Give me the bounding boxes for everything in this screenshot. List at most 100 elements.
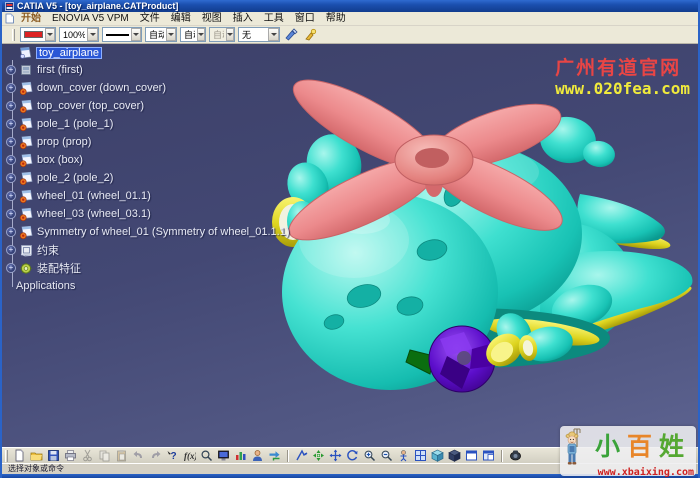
tree-root-label[interactable]: toy_airplane	[36, 47, 102, 59]
transparency-combo[interactable]: 100%	[59, 27, 99, 42]
expand-icon[interactable]: +	[6, 245, 16, 255]
rotate-icon[interactable]	[345, 449, 360, 463]
tree-item-box[interactable]: + box (box)	[6, 152, 83, 168]
expand-icon[interactable]: +	[6, 65, 16, 75]
expand-icon[interactable]: +	[6, 227, 16, 237]
pan-icon[interactable]	[328, 449, 343, 463]
render-icon[interactable]	[508, 449, 523, 463]
expand-icon[interactable]: +	[6, 155, 16, 165]
menu-item-file[interactable]: 文件	[135, 12, 165, 25]
tree-item-wheel-03[interactable]: + wheel_03 (wheel_03.1)	[6, 206, 151, 222]
expand-icon[interactable]: +	[6, 263, 16, 273]
tree-root-toy-airplane[interactable]: toy_airplane	[18, 45, 102, 61]
toolbar-grip[interactable]	[5, 450, 8, 462]
line-type-combo[interactable]	[102, 27, 142, 42]
dropdown-arrow-icon[interactable]	[87, 28, 98, 41]
iso-view-icon[interactable]	[430, 449, 445, 463]
tree-item-label[interactable]: 约束	[37, 242, 59, 258]
constraints-icon	[19, 243, 34, 257]
tree-item-top-cover[interactable]: + top_cover (top_cover)	[6, 98, 144, 114]
formula-icon[interactable]: f(x)	[182, 449, 197, 463]
context-help-icon[interactable]: ?	[165, 449, 180, 463]
dropdown-arrow-icon[interactable]	[131, 28, 141, 41]
exchange-icon[interactable]	[267, 449, 282, 463]
window-b-icon[interactable]	[481, 449, 496, 463]
multi-view-icon[interactable]	[413, 449, 428, 463]
zoom-out-icon[interactable]	[379, 449, 394, 463]
tree-item-pole-2[interactable]: + pole_2 (pole_2)	[6, 170, 113, 186]
menu-item-view[interactable]: 视图	[197, 12, 227, 25]
tree-item-pole-1[interactable]: + pole_1 (pole_1)	[6, 116, 113, 132]
tree-item-label[interactable]: Applications	[16, 280, 75, 292]
document-menu-icon[interactable]	[4, 13, 15, 24]
tree-item-applications[interactable]: Applications	[16, 278, 75, 294]
expand-icon[interactable]: +	[6, 209, 16, 219]
zoom-in-icon[interactable]	[362, 449, 377, 463]
menu-item-edit[interactable]: 编辑	[166, 12, 196, 25]
tree-item-label[interactable]: 装配特征	[37, 260, 81, 276]
tree-item-symmetry-wheel-01[interactable]: + Symmetry of wheel_01 (Symmetry of whee…	[6, 224, 290, 240]
line-weight-combo[interactable]: 自动	[145, 27, 177, 42]
menu-item-window[interactable]: 窗口	[290, 12, 320, 25]
tree-item-constraints[interactable]: + 约束	[6, 242, 59, 258]
expand-icon[interactable]: +	[6, 191, 16, 201]
tree-item-down-cover[interactable]: + down_cover (down_cover)	[6, 80, 166, 96]
fly-mode-icon[interactable]	[294, 449, 309, 463]
expand-icon[interactable]: +	[6, 101, 16, 111]
search-icon[interactable]	[199, 449, 214, 463]
open-folder-icon[interactable]	[29, 449, 44, 463]
point-symbol-combo[interactable]: 自动	[180, 27, 206, 42]
expand-icon[interactable]: +	[6, 83, 16, 93]
render-style-combo-disabled: 自动	[209, 27, 235, 42]
tree-item-label[interactable]: first (first)	[37, 64, 83, 76]
tree-item-label[interactable]: Symmetry of wheel_01 (Symmetry of wheel_…	[37, 226, 290, 238]
dropdown-arrow-icon[interactable]	[268, 28, 279, 41]
tree-item-wheel-01[interactable]: + wheel_01 (wheel_01.1)	[6, 188, 151, 204]
copy-icon	[97, 449, 112, 463]
tree-item-first[interactable]: + first (first)	[6, 62, 83, 78]
window-a-icon[interactable]	[464, 449, 479, 463]
menu-item-tools[interactable]: 工具	[259, 12, 289, 25]
tree-item-prop[interactable]: + prop (prop)	[6, 134, 91, 150]
menu-item-start[interactable]: 开始	[16, 12, 46, 25]
viewport-canvas[interactable]: toy_airplane + first (first) + down_cove…	[2, 44, 698, 447]
screen-icon[interactable]	[216, 449, 231, 463]
graph-icon[interactable]	[233, 449, 248, 463]
tree-item-label[interactable]: wheel_03 (wheel_03.1)	[37, 208, 151, 220]
menu-item-enovia[interactable]: ENOVIA V5 VPM	[47, 12, 134, 25]
tree-item-label[interactable]: down_cover (down_cover)	[37, 82, 166, 94]
painter-icon[interactable]	[283, 27, 299, 42]
layer-combo[interactable]: 无	[238, 27, 280, 42]
tree-item-label[interactable]: prop (prop)	[37, 136, 91, 148]
tree-item-label[interactable]: top_cover (top_cover)	[37, 100, 144, 112]
print-icon[interactable]	[63, 449, 78, 463]
shaded-view-icon[interactable]	[447, 449, 462, 463]
dropdown-arrow-icon[interactable]	[45, 28, 55, 41]
tree-item-label[interactable]: pole_1 (pole_1)	[37, 118, 113, 130]
user-icon[interactable]	[250, 449, 265, 463]
new-file-icon[interactable]	[12, 449, 27, 463]
menu-item-help[interactable]: 帮助	[321, 12, 351, 25]
tree-item-label[interactable]: box (box)	[37, 154, 83, 166]
expand-icon[interactable]: +	[6, 173, 16, 183]
dropdown-arrow-icon[interactable]	[197, 28, 205, 41]
expand-icon[interactable]: +	[6, 137, 16, 147]
fit-all-icon[interactable]	[311, 449, 326, 463]
dropdown-arrow-icon[interactable]	[166, 28, 176, 41]
tree-item-label[interactable]: wheel_01 (wheel_01.1)	[37, 190, 151, 202]
fill-color-combo[interactable]	[20, 27, 56, 42]
toolbar-grip[interactable]	[12, 29, 15, 41]
line-style-glyph	[106, 34, 129, 36]
wizard-brush-icon[interactable]	[302, 27, 318, 42]
save-icon[interactable]	[46, 449, 61, 463]
tree-item-label[interactable]: pole_2 (pole_2)	[37, 172, 113, 184]
redo-icon	[148, 449, 163, 463]
menu-item-insert[interactable]: 插入	[228, 12, 258, 25]
expand-icon[interactable]: +	[6, 119, 16, 129]
model-wheel[interactable]	[429, 326, 495, 392]
part-icon	[19, 135, 34, 149]
tree-item-assembly-features[interactable]: + 装配特征	[6, 260, 81, 276]
point-symbol-value: 自动	[184, 28, 195, 41]
normal-view-icon[interactable]	[396, 449, 411, 463]
title-bar[interactable]: CATIA V5 - [toy_airplane.CATProduct]	[2, 0, 698, 12]
